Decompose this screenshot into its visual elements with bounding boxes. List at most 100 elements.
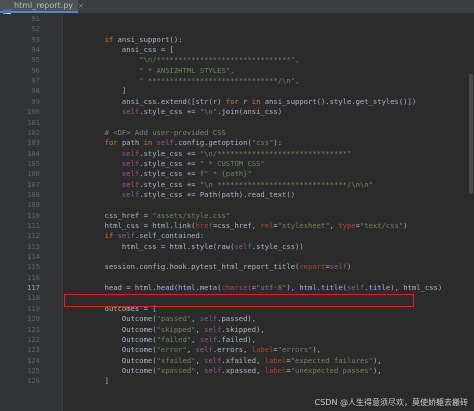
code-line[interactable]: 112 if self.self_contained: — [0, 231, 474, 241]
editor-tab-bar: html_report.py × — [0, 0, 474, 17]
code-line[interactable]: 99 ansi_css.extend([str(r) for r in ansi… — [0, 97, 474, 107]
code-token: Outcome( — [70, 334, 157, 344]
code-token: charset — [221, 283, 252, 293]
code-token: self — [70, 158, 140, 168]
code-token: "\n/*******************************", — [70, 55, 300, 65]
line-number: 111 — [27, 221, 40, 230]
code-line[interactable]: 92 — [0, 24, 474, 34]
code-token: "xpassed" — [156, 365, 196, 375]
code-token: Outcome( — [70, 345, 157, 355]
code-token: report — [299, 262, 326, 272]
code-line[interactable]: 101 — [0, 118, 474, 128]
code-token: , — [191, 334, 200, 344]
code-token: self — [195, 345, 213, 355]
code-line[interactable]: 91 — [0, 14, 474, 24]
code-token: for — [225, 96, 244, 106]
code-line[interactable]: 111 html_css = html.link(href=css_href, … — [0, 221, 474, 231]
code-token: " * {path}" — [204, 169, 252, 179]
code-token: ): — [273, 138, 283, 148]
code-line[interactable]: 126 ] — [0, 376, 474, 386]
line-number: 97 — [31, 76, 40, 86]
code-line[interactable]: 122 Outcome("failed", self.failed), — [0, 335, 474, 345]
code-token: ] — [70, 376, 109, 386]
code-line[interactable]: 102 # <DF> Add user-provided CSS — [0, 128, 474, 138]
code-token: self — [70, 148, 140, 158]
code-line[interactable]: 94 ansi_css = [ — [0, 45, 474, 55]
code-line[interactable]: 106 self.style_css += f" * {path}" — [0, 169, 474, 179]
code-token: "stylesheet" — [277, 221, 330, 230]
code-line[interactable]: 98 ] — [0, 86, 474, 96]
scrollbar-thumb[interactable] — [469, 74, 473, 194]
line-number: 122 — [27, 334, 40, 344]
line-number: 92 — [31, 24, 40, 34]
code-token: self — [70, 179, 140, 189]
code-token: =css_href, — [212, 221, 261, 230]
code-token: ), html.title( — [286, 283, 347, 293]
code-token: .title), html_css) — [364, 283, 443, 293]
code-text: "\n/*******************************", — [70, 55, 299, 65]
code-line[interactable]: 105 self.style_css += " * CUSTOM CSS" — [0, 159, 474, 169]
code-token: ansi_support().style.get_styles()]) — [264, 96, 417, 106]
line-number: 96 — [31, 65, 40, 75]
line-number: 93 — [31, 34, 40, 44]
code-line[interactable]: 121 Outcome("skipped", self.skipped), — [0, 325, 474, 335]
code-token: , — [186, 345, 196, 355]
code-line[interactable]: 109 — [0, 200, 474, 210]
code-line[interactable]: 124 Outcome("xfailed", self.xfailed, lab… — [0, 356, 474, 366]
code-text: html_css = html.link(href=css_href, rel=… — [70, 221, 408, 231]
code-text: session.config.hook.pytest_html_report_t… — [70, 262, 352, 272]
code-token: "\n ******************************/\n\n" — [199, 179, 373, 189]
code-token: label — [264, 365, 287, 375]
tab-html-report[interactable]: html_report.py × — [0, 0, 84, 17]
line-number: 114 — [27, 252, 40, 262]
code-text: Outcome("skipped", self.skipped), — [70, 325, 265, 335]
line-number: 105 — [27, 158, 40, 168]
close-icon[interactable]: × — [78, 2, 84, 10]
code-line[interactable]: 100 self.style_css += "\n".join(ansi_css… — [0, 107, 474, 117]
code-line[interactable]: 104 self.style_css += "\n/**************… — [0, 149, 474, 159]
code-line[interactable]: 123 Outcome("error", self.errors, label=… — [0, 345, 474, 355]
code-token: " * ANSI2HTML STYLES", — [70, 65, 235, 75]
code-token: r — [243, 96, 252, 106]
code-line[interactable]: 125 Outcome("xpassed", self.xpassed, lab… — [0, 366, 474, 376]
code-token: ) — [403, 221, 408, 230]
code-line[interactable]: 107 self.style_css += "\n **************… — [0, 180, 474, 190]
code-token: ansi_css.extend([str(r) — [70, 96, 226, 106]
code-line[interactable]: 118 — [0, 293, 474, 303]
code-token: html_css = html.style(raw( — [70, 241, 235, 251]
code-line[interactable]: 110 css_href = "assets/style.css" — [0, 211, 474, 221]
code-token: Outcome( — [70, 355, 157, 365]
vertical-scrollbar[interactable] — [468, 14, 474, 411]
code-line[interactable]: 103 for path in self.config.getoption("c… — [0, 138, 474, 148]
code-token: "failed" — [156, 334, 192, 344]
code-line[interactable]: 120 Outcome("passed", self.passed), — [0, 314, 474, 324]
code-line[interactable]: 114 — [0, 252, 474, 262]
code-line[interactable]: 108 self.style_css += Path(path).read_te… — [0, 190, 474, 200]
code-line[interactable]: 117 head = html.head(html.meta(charset="… — [0, 283, 474, 293]
code-token: self — [234, 241, 252, 251]
code-token: "utf-8" — [256, 283, 287, 293]
code-line[interactable]: 119 outcomes = [ — [0, 304, 474, 314]
code-line[interactable]: 96 " * ANSI2HTML STYLES", — [0, 66, 474, 76]
code-token: ] — [70, 86, 127, 96]
line-number: 99 — [31, 96, 40, 106]
code-line[interactable]: 116 — [0, 273, 474, 283]
line-number: 124 — [27, 355, 40, 365]
code-editor[interactable]: 91 92 93 if ansi_support(): 94 ansi_css = [… — [0, 14, 474, 411]
code-token: Outcome( — [70, 314, 157, 324]
code-line[interactable]: 113 html_css = html.style(raw(self.style… — [0, 242, 474, 252]
code-line[interactable]: 115 session.config.hook.pytest_html_repo… — [0, 262, 474, 272]
code-token: ), — [372, 365, 382, 375]
code-line[interactable]: 93 if ansi_support(): — [0, 35, 474, 45]
code-line[interactable]: 95 "\n/*******************************", — [0, 55, 474, 65]
code-token: in — [251, 96, 265, 106]
code-line[interactable]: 97 " ******************************/\n", — [0, 76, 474, 86]
code-token: session.config.hook.pytest_html_report_t… — [70, 262, 300, 272]
code-text: self.style_css += "\n/******************… — [70, 149, 351, 159]
code-token: ansi_support(): — [117, 34, 183, 44]
code-token: .config.getoption( — [173, 138, 252, 148]
tab-label: html_report.py — [14, 1, 74, 10]
code-text: self.style_css += "\n".join(ansi_css) — [70, 107, 282, 117]
code-text: if self.self_contained: — [70, 231, 205, 241]
line-number: 91 — [31, 14, 40, 23]
